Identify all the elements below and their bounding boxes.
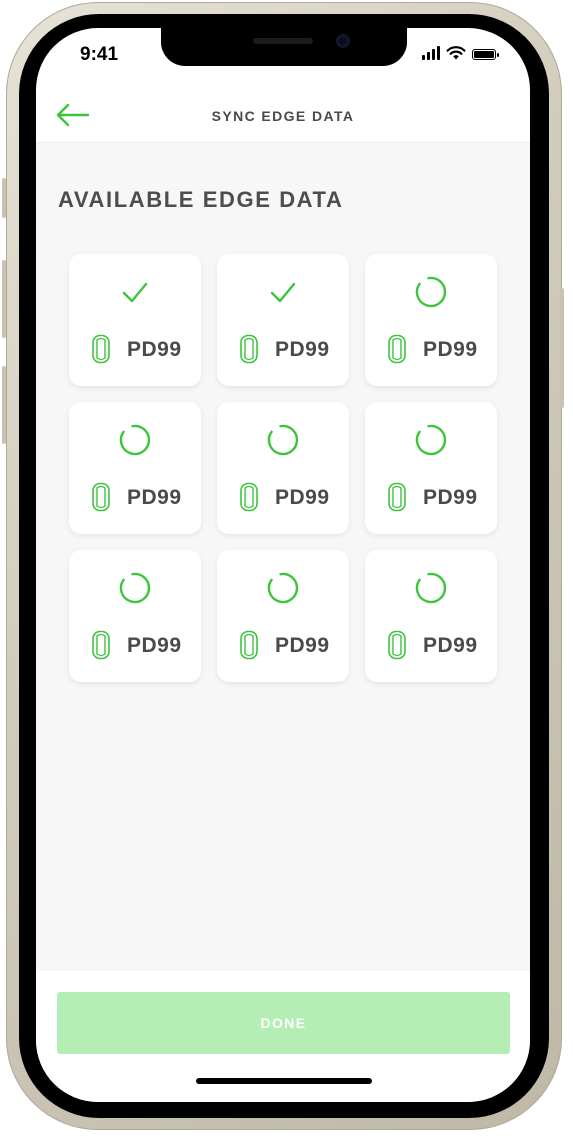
device-pod-icon (91, 482, 111, 512)
device-card[interactable]: PD99 (217, 254, 349, 386)
speaker (253, 38, 313, 44)
page-title: SYNC EDGE DATA (211, 108, 355, 124)
loading-spinner-icon (267, 424, 299, 456)
power-button (560, 288, 564, 408)
silent-switch (2, 178, 6, 218)
checkmark-icon (267, 276, 299, 308)
device-card[interactable]: PD99 (217, 550, 349, 682)
camera (336, 34, 350, 48)
device-pod-icon (387, 630, 407, 660)
checkmark-icon (119, 276, 151, 308)
wifi-icon (446, 46, 466, 60)
volume-down-button (2, 366, 6, 444)
done-button[interactable]: DONE (57, 992, 510, 1054)
loading-spinner-icon (415, 572, 447, 604)
device-pod-icon (239, 630, 259, 660)
device-label: PD99 (127, 338, 182, 361)
device-label: PD99 (127, 634, 182, 657)
device-label: PD99 (423, 486, 478, 509)
loading-spinner-icon (267, 572, 299, 604)
volume-up-button (2, 260, 6, 338)
device-pod-icon (239, 334, 259, 364)
section-title: AVAILABLE EDGE DATA (58, 187, 344, 212)
loading-spinner-icon (415, 424, 447, 456)
device-grid: PD99 PD99 PD99 PD99 PD99 PD99 PD99 PD99 PD99 (69, 254, 497, 682)
status-time: 9:41 (80, 44, 119, 65)
device-card[interactable]: PD99 (365, 254, 497, 386)
device-card[interactable]: PD99 (217, 402, 349, 534)
device-card[interactable]: PD99 (365, 550, 497, 682)
screen: 9:41 SYNC EDGE DATA AVAILABLE EDGE DATA … (36, 28, 530, 1102)
status-icons (422, 46, 499, 60)
device-card[interactable]: PD99 (69, 402, 201, 534)
device-label: PD99 (423, 338, 478, 361)
signal-icon (422, 46, 440, 60)
loading-spinner-icon (119, 572, 151, 604)
content-area: AVAILABLE EDGE DATA PD99 PD99 PD99 PD99 PD99… (36, 143, 530, 971)
device-label: PD99 (423, 634, 478, 657)
device-pod-icon (91, 630, 111, 660)
device-pod-icon (387, 482, 407, 512)
notch (161, 28, 407, 66)
device-label: PD99 (275, 338, 330, 361)
device-pod-icon (91, 334, 111, 364)
device-card[interactable]: PD99 (365, 402, 497, 534)
loading-spinner-icon (415, 276, 447, 308)
device-card[interactable]: PD99 (69, 254, 201, 386)
device-label: PD99 (127, 486, 182, 509)
loading-spinner-icon (119, 424, 151, 456)
device-card[interactable]: PD99 (69, 550, 201, 682)
device-label: PD99 (275, 486, 330, 509)
app-header: SYNC EDGE DATA (36, 90, 530, 143)
home-indicator[interactable] (196, 1078, 372, 1084)
battery-icon (472, 49, 499, 60)
device-pod-icon (239, 482, 259, 512)
device-pod-icon (387, 334, 407, 364)
device-label: PD99 (275, 634, 330, 657)
